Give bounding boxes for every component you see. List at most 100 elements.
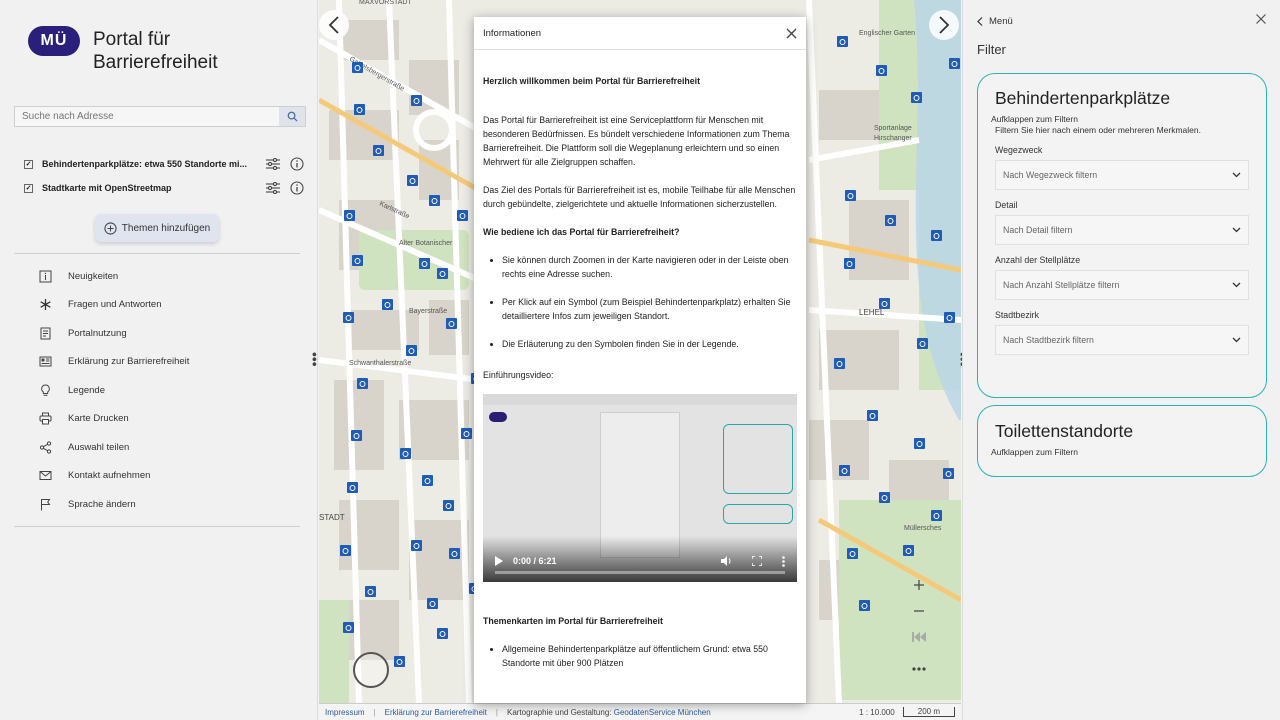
stellplaetze-select[interactable]: Nach Anzahl Stellplätze filtern <box>995 270 1249 300</box>
video-progress-bar[interactable] <box>495 571 785 574</box>
parking-marker[interactable] <box>885 215 896 226</box>
parking-marker[interactable] <box>437 268 448 279</box>
info-icon[interactable] <box>290 181 304 195</box>
parking-marker[interactable] <box>351 430 362 441</box>
layer-checkbox[interactable]: ✓ <box>24 159 33 169</box>
layer-label[interactable]: Behindertenparkplätze: etwa 550 Standort… <box>42 159 258 169</box>
address-search-input[interactable] <box>15 107 279 126</box>
parking-marker[interactable] <box>411 95 422 106</box>
search-button[interactable] <box>279 107 305 126</box>
parking-marker[interactable] <box>837 36 848 47</box>
parking-marker[interactable] <box>406 345 417 356</box>
parking-marker[interactable] <box>845 190 856 201</box>
parking-marker[interactable] <box>400 448 411 459</box>
parking-marker[interactable] <box>354 104 365 115</box>
menu-item-portalnutzung[interactable]: Portalnutzung <box>38 319 298 348</box>
close-icon[interactable] <box>786 28 797 39</box>
parking-marker[interactable] <box>419 258 430 269</box>
menu-item-sprache[interactable]: Sprache ändern <box>38 490 298 519</box>
parking-marker[interactable] <box>382 299 393 310</box>
parking-marker[interactable] <box>917 338 928 349</box>
menu-item-faq[interactable]: Fragen und Antworten <box>38 291 298 320</box>
play-icon[interactable] <box>495 556 503 566</box>
parking-marker[interactable] <box>365 586 376 597</box>
stadtbezirk-select[interactable]: Nach Stadtbezirk filtern <box>995 325 1249 355</box>
filter-card-parking[interactable]: Behindertenparkplätze Aufklappen zum Fil… <box>977 73 1267 398</box>
filter-card-toilets[interactable]: Toilettenstandorte Aufklappen zum Filter… <box>977 405 1267 477</box>
zoom-in-button[interactable] <box>907 574 931 596</box>
next-arrow[interactable] <box>929 10 959 40</box>
parking-marker[interactable] <box>879 492 890 503</box>
zoom-out-button[interactable] <box>907 600 931 622</box>
parking-marker[interactable] <box>949 58 960 69</box>
back-to-menu-button[interactable]: Menü <box>977 16 1013 27</box>
parking-marker[interactable] <box>859 600 870 611</box>
city-logo[interactable]: MÜ <box>28 26 80 56</box>
sliders-icon[interactable] <box>266 157 280 171</box>
close-icon[interactable] <box>1256 14 1266 24</box>
parking-marker[interactable] <box>429 195 440 206</box>
parking-marker[interactable] <box>357 378 368 389</box>
parking-marker[interactable] <box>373 145 384 156</box>
more-tools-button[interactable] <box>907 652 931 686</box>
parking-marker[interactable] <box>449 548 460 559</box>
parking-marker[interactable] <box>839 465 850 476</box>
parking-marker[interactable] <box>344 210 355 221</box>
wegezweck-select[interactable]: Nach Wegezweck filtern <box>995 160 1249 190</box>
previous-arrow[interactable] <box>319 10 349 40</box>
parking-marker[interactable] <box>834 358 845 369</box>
accessibility-statement-link[interactable]: Erklärung zur Barrierefreiheit <box>385 708 487 717</box>
parking-marker[interactable] <box>443 500 454 511</box>
parking-marker[interactable] <box>437 628 448 639</box>
menu-item-kontakt[interactable]: Kontakt aufnehmen <box>38 462 298 491</box>
parking-marker[interactable] <box>446 318 457 329</box>
sliders-icon[interactable] <box>266 181 280 195</box>
parking-marker[interactable] <box>914 438 925 449</box>
volume-icon[interactable] <box>721 556 732 566</box>
parking-marker[interactable] <box>411 540 422 551</box>
info-icon[interactable] <box>290 157 304 171</box>
parking-marker[interactable] <box>931 510 942 521</box>
parking-marker[interactable] <box>944 312 955 323</box>
skip-back-button[interactable] <box>907 626 931 648</box>
more-vertical-icon[interactable] <box>782 555 785 567</box>
overview-map-toggle[interactable] <box>353 652 389 688</box>
menu-item-neuigkeiten[interactable]: Neuigkeiten <box>38 262 298 291</box>
sidebar-resize-handle[interactable]: ••• <box>307 352 323 367</box>
parking-marker[interactable] <box>457 210 468 221</box>
parking-marker[interactable] <box>343 312 354 323</box>
parking-marker[interactable] <box>340 545 351 556</box>
menu-item-legende[interactable]: Legende <box>38 376 298 405</box>
parking-marker[interactable] <box>461 428 472 439</box>
parking-marker[interactable] <box>352 62 363 73</box>
detail-select[interactable]: Nach Detail filtern <box>995 215 1249 245</box>
intro-video[interactable]: 0:00 / 6:21 <box>483 394 797 582</box>
fullscreen-icon[interactable] <box>752 556 762 566</box>
layer-checkbox[interactable]: ✓ <box>24 183 33 193</box>
parking-marker[interactable] <box>903 545 914 556</box>
parking-marker[interactable] <box>911 92 922 103</box>
impressum-link[interactable]: Impressum <box>325 708 365 717</box>
menu-item-drucken[interactable]: Karte Drucken <box>38 405 298 434</box>
parking-marker[interactable] <box>394 656 405 667</box>
parking-marker[interactable] <box>943 468 954 479</box>
svg-text:LEHEL: LEHEL <box>859 308 885 317</box>
parking-marker[interactable] <box>867 410 878 421</box>
menu-item-teilen[interactable]: Auswahl teilen <box>38 433 298 462</box>
parking-marker[interactable] <box>879 298 890 309</box>
parking-marker[interactable] <box>422 475 433 486</box>
layer-label[interactable]: Stadtkarte mit OpenStreetmap <box>42 183 258 193</box>
parking-marker[interactable] <box>343 622 354 633</box>
parking-marker[interactable] <box>347 482 358 493</box>
parking-marker[interactable] <box>847 548 858 559</box>
chevron-left-icon <box>328 16 339 34</box>
parking-marker[interactable] <box>427 598 438 609</box>
parking-marker[interactable] <box>407 175 418 186</box>
parking-marker[interactable] <box>352 255 363 266</box>
menu-item-erklaerung[interactable]: Erklärung zur Barrierefreiheit <box>38 348 298 377</box>
geodatenservice-link[interactable]: GeodatenService München <box>614 708 711 717</box>
parking-marker[interactable] <box>876 65 887 76</box>
add-topics-button[interactable]: Themen hinzufügen <box>95 214 219 242</box>
parking-marker[interactable] <box>844 258 855 269</box>
parking-marker[interactable] <box>931 230 942 241</box>
